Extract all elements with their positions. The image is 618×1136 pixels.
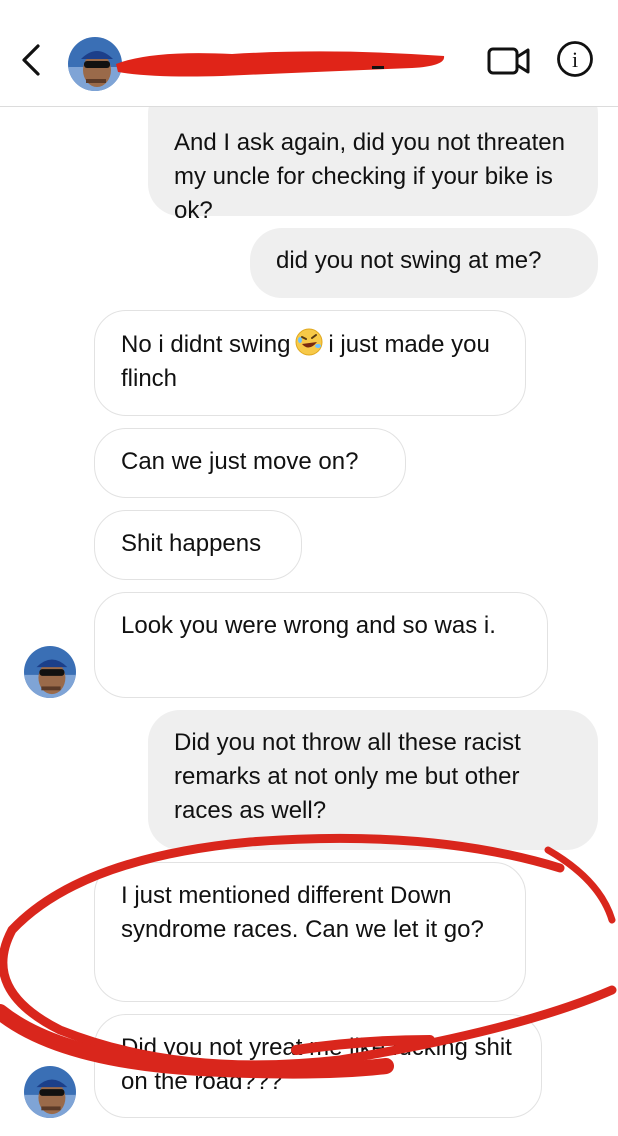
message-text: I just mentioned different Down syndrome…	[121, 882, 484, 943]
message-text: Can we just move on?	[121, 448, 359, 475]
message-bubble-received[interactable]: I just mentioned different Down syndrome…	[94, 862, 526, 1002]
message-text: Did you not throw all these racist remar…	[174, 729, 521, 824]
username-fragment	[372, 66, 384, 69]
message-text: Shit happens	[121, 530, 262, 557]
message-text: Look you were wrong and so was i.	[121, 612, 496, 639]
message-text: No i didnt swing	[121, 331, 291, 358]
message-bubble-received[interactable]: Can we just move on?	[94, 428, 406, 498]
message-text: And I ask again, did you not threaten my…	[174, 129, 565, 224]
info-icon[interactable]: i	[556, 40, 594, 78]
message-bubble-sent[interactable]: did you not swing at me?	[250, 228, 598, 298]
avatar[interactable]	[24, 1066, 76, 1118]
message-thread[interactable]: And I ask again, did you not threaten my…	[0, 0, 618, 1136]
message-bubble-received[interactable]: Did you not yreat me like fucking shit o…	[94, 1014, 542, 1118]
message-bubble-received[interactable]: Shit happens	[94, 510, 302, 580]
video-camera-icon[interactable]	[486, 44, 532, 78]
avatar[interactable]	[24, 646, 76, 698]
message-text: Did you not yreat me like fucking shit o…	[121, 1034, 512, 1095]
username-redaction	[116, 51, 445, 77]
message-text: did you not swing at me?	[276, 247, 542, 274]
rolling-on-floor-laughing-emoji	[295, 328, 323, 356]
message-bubble-received[interactable]: Look you were wrong and so was i.	[94, 592, 548, 698]
chat-header: i	[0, 0, 618, 107]
message-bubble-received[interactable]: No i didnt swing i just made you flinch	[94, 310, 526, 416]
svg-text:i: i	[572, 47, 578, 72]
chevron-left-icon[interactable]	[16, 40, 46, 80]
message-bubble-sent[interactable]: Did you not throw all these racist remar…	[148, 710, 598, 850]
